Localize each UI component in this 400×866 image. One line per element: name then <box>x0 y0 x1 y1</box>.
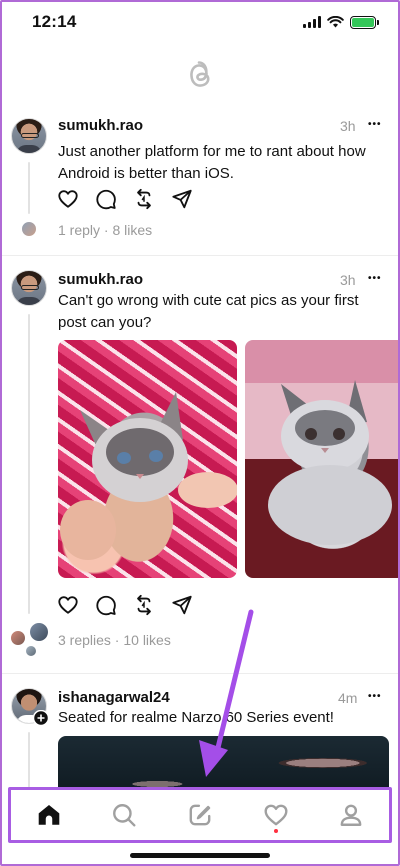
nav-activity[interactable] <box>256 795 296 835</box>
post-2[interactable]: sumukh.rao 3h ••• Can't go wrong with cu… <box>0 268 400 668</box>
more-options-icon[interactable]: ••• <box>368 120 382 130</box>
status-bar: 12:14 <box>0 0 400 44</box>
post-actions <box>57 594 193 616</box>
notification-dot <box>273 829 278 833</box>
avatar[interactable] <box>11 118 47 154</box>
post-username[interactable]: sumukh.rao <box>58 271 143 288</box>
nav-home[interactable] <box>29 795 69 835</box>
signal-icon <box>303 16 321 28</box>
share-icon[interactable] <box>171 188 193 210</box>
post-divider <box>0 673 400 674</box>
replier-avatar[interactable] <box>25 645 37 657</box>
cat-face-icon <box>268 380 392 545</box>
more-options-icon[interactable]: ••• <box>368 692 382 702</box>
threads-logo[interactable] <box>0 58 400 92</box>
thread-line <box>28 732 30 792</box>
battery-charging-icon <box>350 15 379 29</box>
replier-avatar[interactable] <box>10 630 26 646</box>
thread-line <box>28 314 30 614</box>
status-icons <box>303 15 379 29</box>
post-time: 4m <box>338 690 358 706</box>
post-actions <box>57 188 193 210</box>
post-time: 3h <box>340 118 356 134</box>
status-time: 12:14 <box>32 12 77 31</box>
home-indicator <box>130 853 270 858</box>
replier-avatar[interactable] <box>29 622 49 642</box>
post-text: Just another platform for me to rant abo… <box>58 143 366 182</box>
activity-heart-icon <box>264 804 288 826</box>
like-icon[interactable] <box>57 594 79 616</box>
threads-logo-icon <box>190 61 210 87</box>
post-3[interactable]: ishanagarwal24 4m ••• Seated for realme … <box>0 686 400 796</box>
post-meta[interactable]: 3 replies · 10 likes <box>58 632 171 648</box>
post-1[interactable]: sumukh.rao 3h ••• Just another platform … <box>0 114 400 254</box>
nav-search[interactable] <box>104 795 144 835</box>
like-icon[interactable] <box>57 188 79 210</box>
bottom-nav <box>8 787 392 843</box>
repost-icon[interactable] <box>133 594 155 616</box>
nav-compose[interactable] <box>180 795 220 835</box>
cat-face-icon <box>60 392 237 560</box>
share-icon[interactable] <box>171 594 193 616</box>
replier-avatar[interactable] <box>21 221 37 237</box>
post-text: Seated for realme Narzo 60 Series event! <box>58 709 334 726</box>
post-text: Can't go wrong with cute cat pics as you… <box>58 292 359 331</box>
home-icon <box>38 805 60 825</box>
thread-line <box>28 162 30 214</box>
reply-icon[interactable] <box>95 188 117 210</box>
follow-plus-icon[interactable] <box>33 710 49 726</box>
profile-icon <box>340 804 362 826</box>
post-time: 3h <box>340 272 356 288</box>
reply-icon[interactable] <box>95 594 117 616</box>
cat-photo-1[interactable] <box>58 340 237 578</box>
cat-photo-2[interactable] <box>245 340 400 578</box>
repost-icon[interactable] <box>133 188 155 210</box>
search-icon <box>113 804 136 827</box>
nav-profile[interactable] <box>331 795 371 835</box>
avatar[interactable] <box>11 270 47 306</box>
post-divider <box>0 255 400 256</box>
more-options-icon[interactable]: ••• <box>368 274 382 284</box>
post-username[interactable]: sumukh.rao <box>58 117 143 134</box>
post-meta[interactable]: 1 reply · 8 likes <box>58 222 152 238</box>
wifi-icon <box>327 16 344 28</box>
post-username[interactable]: ishanagarwal24 <box>58 689 170 706</box>
compose-icon <box>189 804 211 826</box>
